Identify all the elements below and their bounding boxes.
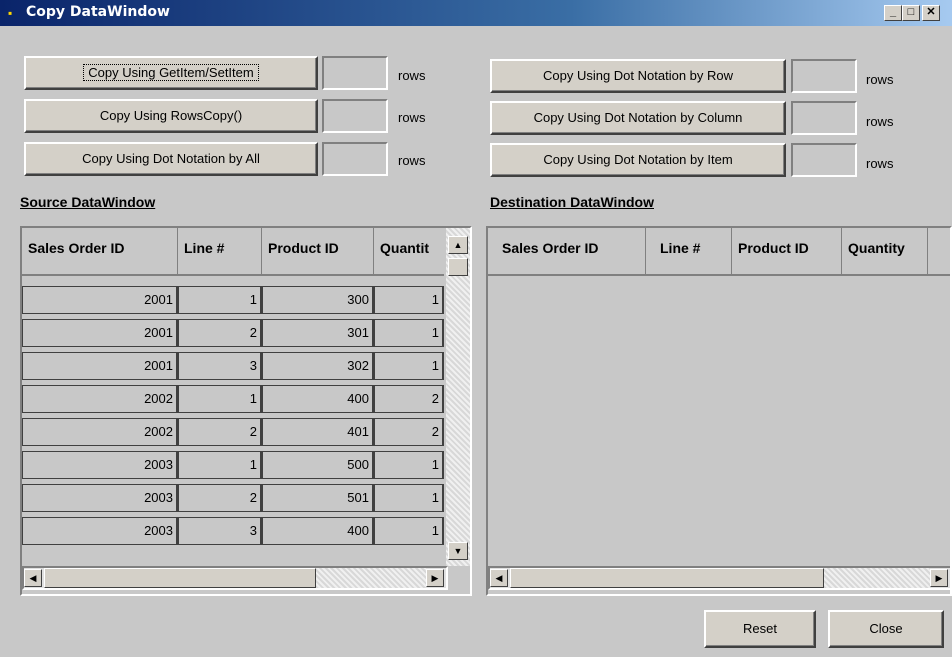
scroll-left-icon[interactable]: ◀ bbox=[24, 569, 42, 587]
dest-col-header-product-id[interactable]: Product ID bbox=[732, 228, 842, 276]
copy-datawindow-window: ▪ Copy DataWindow _ □ ✕ Copy Using GetIt… bbox=[0, 0, 952, 657]
cell-line[interactable]: 1 bbox=[178, 451, 262, 479]
title-bar[interactable]: ▪ Copy DataWindow _ □ ✕ bbox=[0, 0, 952, 26]
rows-label-rowscopy: rows bbox=[398, 110, 426, 125]
source-horizontal-scrollbar[interactable]: ◀ ▶ bbox=[22, 566, 448, 590]
cell-line[interactable]: 2 bbox=[178, 418, 262, 446]
rows-label-dot-column: rows bbox=[866, 114, 894, 129]
dest-scroll-right-icon[interactable]: ▶ bbox=[930, 569, 948, 587]
copy-getitem-setitem-label: Copy Using GetItem/SetItem bbox=[83, 64, 259, 81]
cell-quantity[interactable]: 2 bbox=[374, 418, 444, 446]
dest-col-header-line[interactable]: Line # bbox=[646, 228, 732, 276]
scroll-right-icon[interactable]: ▶ bbox=[426, 569, 444, 587]
rows-label-dot-row: rows bbox=[866, 72, 894, 87]
scroll-up-icon[interactable]: ▲ bbox=[448, 236, 468, 254]
cell-line[interactable]: 3 bbox=[178, 352, 262, 380]
cell-line[interactable]: 2 bbox=[178, 484, 262, 512]
cell-product-id[interactable]: 300 bbox=[262, 286, 374, 314]
dot-row-row-count bbox=[791, 59, 857, 93]
cell-quantity[interactable]: 1 bbox=[374, 286, 444, 314]
dest-col-header-quantity[interactable]: Quantity bbox=[842, 228, 928, 276]
col-header-quantity[interactable]: Quantit bbox=[374, 228, 444, 276]
cell-product-id[interactable]: 302 bbox=[262, 352, 374, 380]
col-header-product-id[interactable]: Product ID bbox=[262, 228, 374, 276]
window-title: Copy DataWindow bbox=[26, 4, 170, 20]
scroll-track bbox=[316, 568, 426, 588]
col-header-sales-order-id[interactable]: Sales Order ID bbox=[22, 228, 178, 276]
cell-sales-order-id[interactable]: 2002 bbox=[22, 385, 178, 413]
copy-getitem-setitem-button[interactable]: Copy Using GetItem/SetItem bbox=[24, 56, 318, 90]
copy-dot-item-label: Copy Using Dot Notation by Item bbox=[543, 152, 733, 167]
cell-sales-order-id[interactable]: 2003 bbox=[22, 484, 178, 512]
dest-horizontal-scrollbar[interactable]: ◀ ▶ bbox=[488, 566, 950, 590]
dest-scroll-track bbox=[824, 568, 930, 588]
dot-all-row-count bbox=[322, 142, 388, 176]
dest-scroll-left-icon[interactable]: ◀ bbox=[490, 569, 508, 587]
cell-sales-order-id[interactable]: 2002 bbox=[22, 418, 178, 446]
dot-item-row-count bbox=[791, 143, 857, 177]
cell-sales-order-id[interactable]: 2003 bbox=[22, 517, 178, 545]
cell-sales-order-id[interactable]: 2001 bbox=[22, 286, 178, 314]
copy-dot-all-label: Copy Using Dot Notation by All bbox=[82, 151, 260, 166]
destination-datawindow[interactable]: Sales Order ID Line # Product ID Quantit… bbox=[486, 226, 952, 596]
cell-quantity[interactable]: 1 bbox=[374, 451, 444, 479]
close-button[interactable]: Close bbox=[828, 610, 944, 648]
cell-line[interactable]: 1 bbox=[178, 385, 262, 413]
rows-label-dot-all: rows bbox=[398, 153, 426, 168]
cell-line[interactable]: 3 bbox=[178, 517, 262, 545]
copy-dot-column-label: Copy Using Dot Notation by Column bbox=[533, 110, 743, 125]
app-icon: ▪ bbox=[8, 6, 13, 20]
source-vertical-scrollbar[interactable]: ▲ ▼ bbox=[446, 228, 470, 566]
dot-column-row-count bbox=[791, 101, 857, 135]
dest-header-divider bbox=[488, 274, 950, 276]
cell-product-id[interactable]: 401 bbox=[262, 418, 374, 446]
cell-quantity[interactable]: 2 bbox=[374, 385, 444, 413]
copy-dot-row-button[interactable]: Copy Using Dot Notation by Row bbox=[490, 59, 786, 93]
rows-label-getitem: rows bbox=[398, 68, 426, 83]
destination-datawindow-title: Destination DataWindow bbox=[490, 194, 654, 210]
copy-rowscopy-label: Copy Using RowsCopy() bbox=[99, 108, 243, 123]
dest-horizontal-scroll-thumb[interactable] bbox=[510, 568, 824, 588]
cell-product-id[interactable]: 500 bbox=[262, 451, 374, 479]
source-datawindow[interactable]: Sales Order ID Line # Product ID Quantit… bbox=[20, 226, 472, 596]
rows-label-dot-item: rows bbox=[866, 156, 894, 171]
cell-product-id[interactable]: 301 bbox=[262, 319, 374, 347]
cell-quantity[interactable]: 1 bbox=[374, 517, 444, 545]
cell-line[interactable]: 1 bbox=[178, 286, 262, 314]
copy-dot-item-button[interactable]: Copy Using Dot Notation by Item bbox=[490, 143, 786, 177]
cell-sales-order-id[interactable]: 2003 bbox=[22, 451, 178, 479]
cell-quantity[interactable]: 1 bbox=[374, 484, 444, 512]
cell-product-id[interactable]: 400 bbox=[262, 517, 374, 545]
vertical-scroll-thumb[interactable] bbox=[448, 258, 468, 276]
getitem-row-count bbox=[322, 56, 388, 90]
cell-sales-order-id[interactable]: 2001 bbox=[22, 319, 178, 347]
copy-rowscopy-button[interactable]: Copy Using RowsCopy() bbox=[24, 99, 318, 133]
scroll-down-icon[interactable]: ▼ bbox=[448, 542, 468, 560]
maximize-button[interactable]: □ bbox=[902, 5, 920, 21]
copy-dot-column-button[interactable]: Copy Using Dot Notation by Column bbox=[490, 101, 786, 135]
header-divider bbox=[22, 274, 444, 276]
cell-product-id[interactable]: 501 bbox=[262, 484, 374, 512]
cell-quantity[interactable]: 1 bbox=[374, 319, 444, 347]
col-header-line[interactable]: Line # bbox=[178, 228, 262, 276]
cell-quantity[interactable]: 1 bbox=[374, 352, 444, 380]
close-window-button[interactable]: ✕ bbox=[922, 5, 940, 21]
cell-product-id[interactable]: 400 bbox=[262, 385, 374, 413]
minimize-button[interactable]: _ bbox=[884, 5, 902, 21]
source-datawindow-title: Source DataWindow bbox=[20, 194, 156, 210]
copy-dot-all-button[interactable]: Copy Using Dot Notation by All bbox=[24, 142, 318, 176]
horizontal-scroll-thumb[interactable] bbox=[44, 568, 316, 588]
cell-line[interactable]: 2 bbox=[178, 319, 262, 347]
dest-col-header-sales-order-id[interactable]: Sales Order ID bbox=[488, 228, 646, 276]
copy-dot-row-label: Copy Using Dot Notation by Row bbox=[542, 68, 734, 83]
cell-sales-order-id[interactable]: 2001 bbox=[22, 352, 178, 380]
rowscopy-row-count bbox=[322, 99, 388, 133]
reset-button[interactable]: Reset bbox=[704, 610, 816, 648]
